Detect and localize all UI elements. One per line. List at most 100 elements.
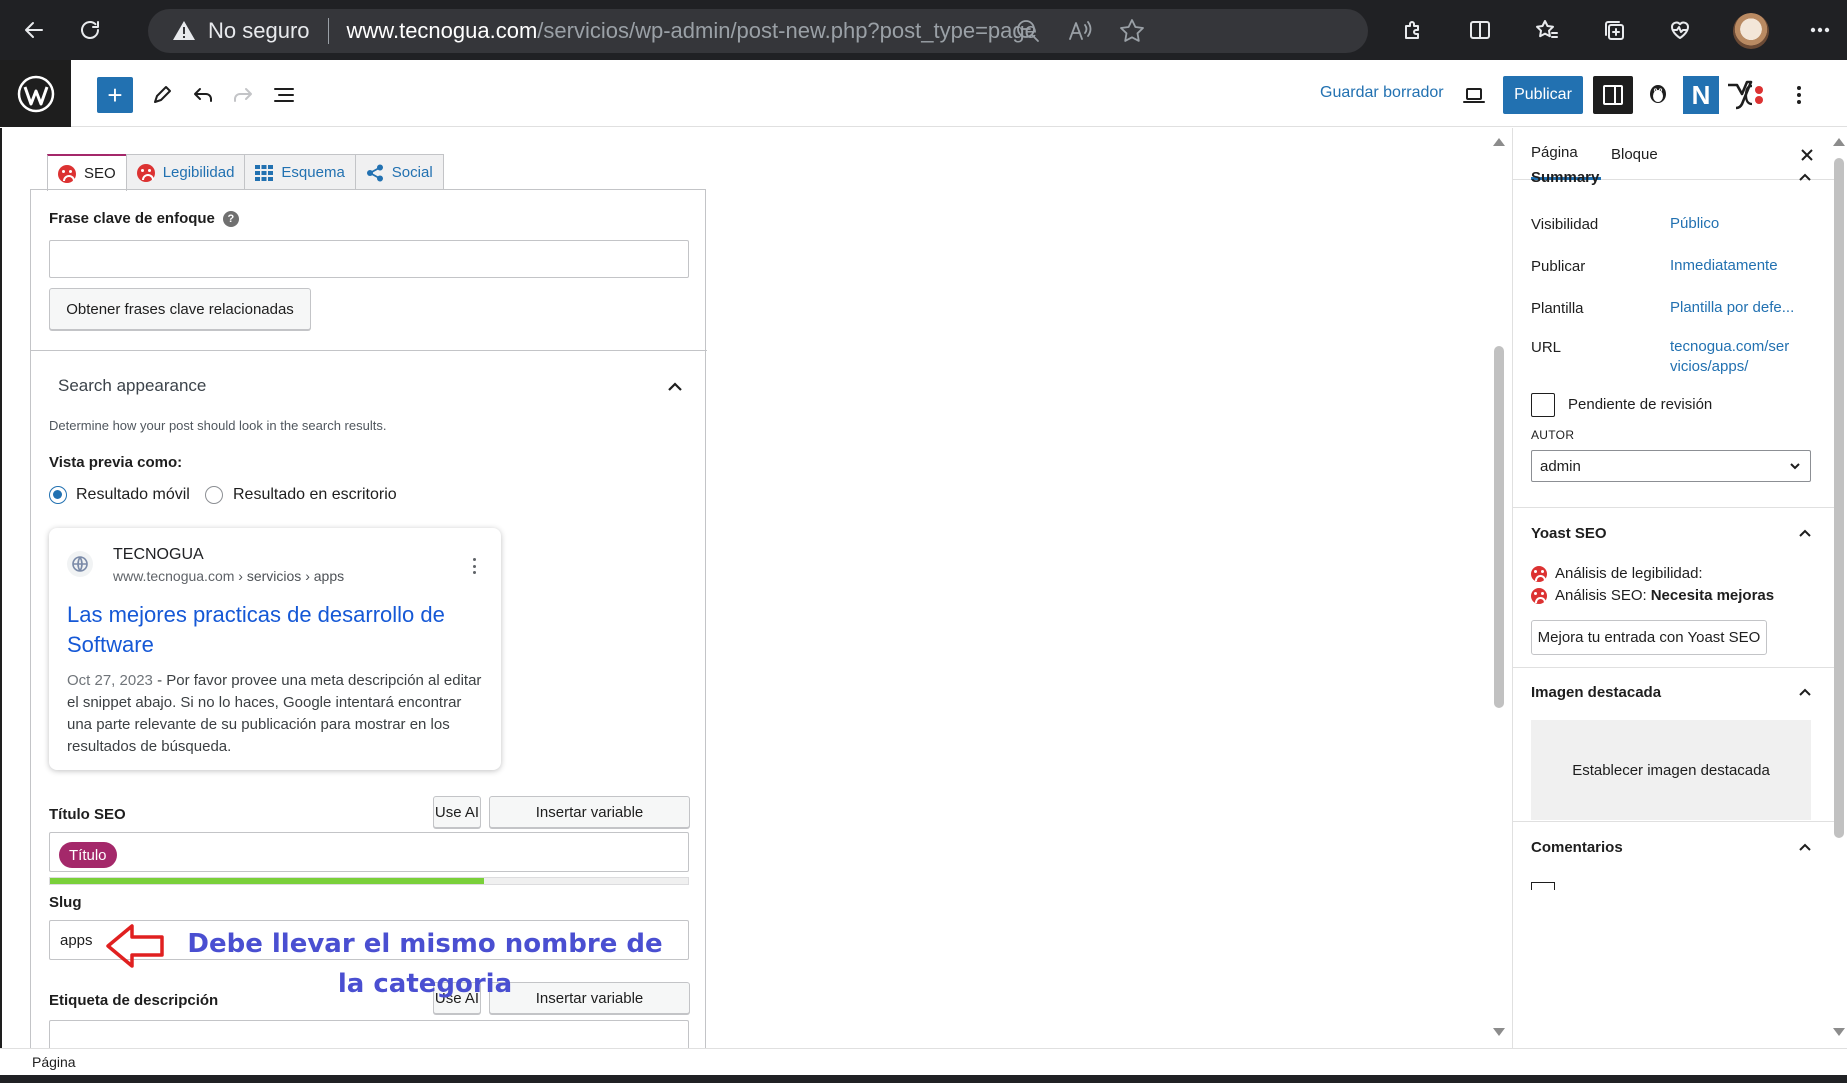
- help-icon[interactable]: ?: [222, 211, 239, 227]
- save-draft-button[interactable]: Guardar borrador: [1320, 84, 1444, 102]
- preview-as-label: Vista previa como:: [49, 454, 183, 471]
- security-status[interactable]: No seguro: [208, 18, 310, 44]
- url-value[interactable]: tecnogua.com/servicios/apps/: [1670, 337, 1796, 377]
- chevron-down-icon: [1788, 459, 1802, 473]
- pending-review-checkbox[interactable]: [1531, 393, 1555, 417]
- chevron-up-icon[interactable]: [666, 378, 684, 396]
- author-value: admin: [1540, 457, 1581, 475]
- publish-button[interactable]: Publicar: [1503, 76, 1583, 114]
- red-arrow-annotation: [106, 924, 164, 968]
- sidebar-scroll-thumb[interactable]: [1834, 158, 1844, 838]
- yoast-seo-title[interactable]: Yoast SEO: [1531, 525, 1607, 542]
- browser-menu-button[interactable]: [1800, 10, 1840, 50]
- options-menu-button[interactable]: [1784, 80, 1814, 110]
- warning-icon[interactable]: [172, 19, 196, 43]
- focus-keyphrase-label: Frase clave de enfoque?: [49, 210, 239, 227]
- set-featured-image-button[interactable]: Establecer imagen destacada: [1531, 720, 1811, 820]
- seo-title-length-fill: [50, 878, 484, 884]
- favorites-button[interactable]: [1527, 10, 1567, 50]
- read-aloud-icon[interactable]: [1066, 17, 1094, 45]
- url-label: URL: [1531, 339, 1562, 356]
- profile-avatar[interactable]: [1733, 13, 1769, 49]
- sidebar-scrollbar[interactable]: [1830, 128, 1847, 1048]
- favorite-star-icon[interactable]: [1118, 17, 1146, 45]
- snippet-url-path: › servicios › apps: [234, 568, 345, 584]
- slug-value[interactable]: apps: [60, 932, 93, 949]
- editor-footer: Página: [0, 1048, 1847, 1075]
- close-icon[interactable]: [1796, 144, 1818, 166]
- tab-social-label: Social: [391, 164, 433, 181]
- tab-seo[interactable]: SEO: [47, 154, 127, 191]
- search-appearance-title[interactable]: Search appearance: [58, 376, 206, 396]
- seo-title-input[interactable]: Título: [49, 832, 689, 872]
- author-select[interactable]: admin: [1531, 450, 1811, 482]
- collections-button[interactable]: [1594, 10, 1634, 50]
- improve-with-yoast-button[interactable]: Mejora tu entrada con Yoast SEO: [1531, 620, 1767, 655]
- comments-title[interactable]: Comentarios: [1531, 839, 1623, 856]
- tab-block[interactable]: Bloque: [1611, 128, 1658, 180]
- tab-schema[interactable]: Esquema: [244, 154, 356, 190]
- plugin-n-button[interactable]: N: [1683, 76, 1719, 114]
- edit-tools-button[interactable]: [147, 80, 177, 110]
- reload-button[interactable]: [70, 10, 110, 50]
- pending-review-label[interactable]: Pendiente de revisión: [1568, 396, 1712, 413]
- main-scrollbar[interactable]: [1490, 128, 1508, 1048]
- scroll-up-icon[interactable]: [1493, 138, 1505, 146]
- focus-keyphrase-input[interactable]: [49, 240, 689, 278]
- undo-button[interactable]: [188, 80, 218, 110]
- chevron-up-icon[interactable]: [1795, 682, 1815, 702]
- chevron-up-icon[interactable]: [1795, 837, 1815, 857]
- split-screen-button[interactable]: [1460, 10, 1500, 50]
- seo-title-use-ai-button[interactable]: Use AI: [433, 796, 481, 828]
- template-value[interactable]: Plantilla por defe...: [1670, 298, 1794, 318]
- plugin-penguin-button[interactable]: [1643, 78, 1673, 108]
- snippet-url-host: www.tecnogua.com: [113, 568, 235, 584]
- snippet-title: Las mejores practicas de desarrollo de S…: [67, 602, 445, 657]
- editor-content: SEO Legibilidad Esquema Social Frase cla…: [0, 128, 1512, 1060]
- yoast-toolbar-button[interactable]: [1725, 80, 1765, 110]
- document-overview-button[interactable]: [269, 80, 299, 110]
- chevron-up-icon[interactable]: [1795, 523, 1815, 543]
- preview-button[interactable]: [1459, 80, 1489, 110]
- title-variable-tag[interactable]: Título: [59, 842, 117, 868]
- slug-label: Slug: [49, 894, 82, 911]
- address-bar[interactable]: No seguro www.tecnogua.com/servicios/wp-…: [148, 9, 1368, 53]
- related-keyphrases-button[interactable]: Obtener frases clave relacionadas: [49, 288, 311, 330]
- summary-title[interactable]: Summary: [1531, 169, 1599, 186]
- extensions-button[interactable]: [1393, 10, 1433, 50]
- settings-toggle-button[interactable]: [1593, 76, 1633, 114]
- breadcrumb[interactable]: Página: [32, 1054, 76, 1070]
- seo-analysis-label: Análisis SEO:: [1555, 587, 1647, 604]
- mobile-result-radio[interactable]: [49, 486, 67, 504]
- snippet-description: Oct 27, 2023 - Por favor provee una meta…: [67, 670, 487, 758]
- tab-page-label: Página: [1531, 144, 1578, 161]
- mobile-result-label[interactable]: Resultado móvil: [76, 486, 190, 504]
- section-divider: [1513, 821, 1836, 822]
- visibility-value[interactable]: Público: [1670, 214, 1719, 234]
- featured-image-title[interactable]: Imagen destacada: [1531, 684, 1661, 701]
- scroll-up-icon[interactable]: [1833, 138, 1845, 146]
- allow-comments-checkbox[interactable]: [1531, 882, 1555, 890]
- undo-icon: [194, 88, 212, 102]
- section-divider: [1513, 667, 1836, 668]
- tab-readability[interactable]: Legibilidad: [125, 154, 246, 190]
- redo-button[interactable]: [228, 80, 258, 110]
- chevron-up-icon[interactable]: [1795, 167, 1815, 187]
- wordpress-logo[interactable]: [0, 60, 71, 127]
- publish-value[interactable]: Inmediatamente: [1670, 256, 1778, 276]
- zoom-out-icon[interactable]: [1014, 17, 1042, 45]
- add-block-button[interactable]: +: [97, 77, 133, 113]
- desktop-result-label[interactable]: Resultado en escritorio: [233, 486, 397, 504]
- annotation-note: Debe llevar el mismo nombre de la catego…: [187, 929, 663, 999]
- puzzle-icon: [1405, 21, 1419, 39]
- main-scroll-thumb[interactable]: [1494, 346, 1504, 708]
- snippet-date-separator: -: [152, 672, 167, 689]
- browser-essentials-button[interactable]: [1660, 10, 1700, 50]
- back-button[interactable]: [14, 10, 54, 50]
- seo-title-insert-variable-button[interactable]: Insertar variable: [489, 796, 690, 828]
- desktop-result-radio[interactable]: [205, 486, 223, 504]
- scroll-down-icon[interactable]: [1493, 1028, 1505, 1036]
- scroll-down-icon[interactable]: [1833, 1028, 1845, 1036]
- template-label: Plantilla: [1531, 300, 1584, 317]
- tab-social[interactable]: Social: [354, 154, 444, 190]
